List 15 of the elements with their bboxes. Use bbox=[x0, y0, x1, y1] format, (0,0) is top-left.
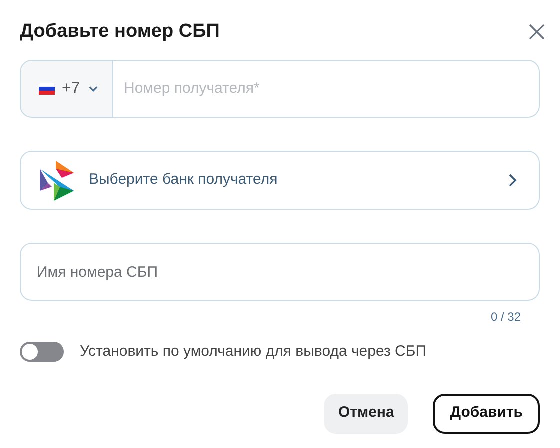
chevron-right-icon bbox=[509, 174, 517, 187]
country-code-selector[interactable]: +7 bbox=[20, 60, 113, 118]
character-counter: 0 / 32 bbox=[490, 309, 521, 326]
name-input[interactable]: Имя номера СБП bbox=[20, 243, 540, 301]
phone-input[interactable]: Номер получателя* bbox=[113, 60, 540, 118]
dialog-title: Добавьте номер СБП bbox=[20, 20, 220, 44]
sbp-logo-icon bbox=[40, 160, 74, 200]
bank-selector[interactable]: Выберите банк получателя bbox=[20, 151, 540, 210]
add-button[interactable]: Добавить bbox=[433, 394, 540, 434]
flag-icon bbox=[39, 83, 55, 95]
close-icon[interactable] bbox=[528, 23, 546, 41]
toggle-switch[interactable] bbox=[20, 342, 64, 362]
cancel-button[interactable]: Отмена bbox=[324, 394, 408, 434]
toggle-label: Установить по умолчанию для вывода через СБП bbox=[80, 342, 426, 362]
chevron-down-icon bbox=[89, 86, 98, 92]
